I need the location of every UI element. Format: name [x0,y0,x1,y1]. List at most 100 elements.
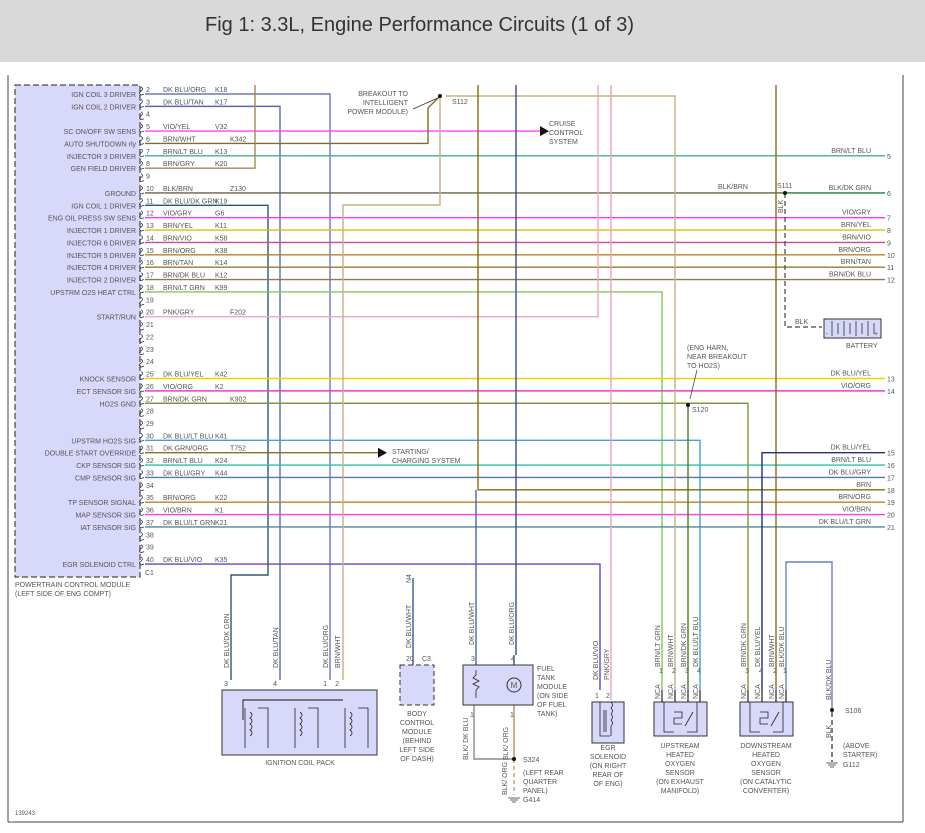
pin-number: 39 [146,545,154,552]
wire-color-label: DK BLU/DK GRN [163,198,217,205]
splice-s324-dot [512,757,516,761]
sensor-wire-label: BLK/DK BLU [779,627,786,667]
coil-wire-label: DK BLU/DK GRN [224,614,231,668]
fuel-pin-number: 3 [471,656,475,663]
cruise-control-label: SYSTEM [549,139,578,146]
pin-number: 24 [146,359,154,366]
coil-wire-label: DK BLU/TAN [273,627,280,668]
s324-note: QUARTER [523,779,557,786]
pin-function-label: IGN COIL 2 DRIVER [71,104,136,111]
right-connector-number: 21 [887,525,895,532]
starter-note: (ABOVE [843,743,870,750]
wire-color-label: BRN/LT BLU [163,458,203,465]
egr-label: EGR [600,745,615,752]
right-wire-label: BLK/DK GRN [829,185,871,192]
wire-color-label: DK GRN/ORG [163,446,208,453]
pin-number: 27 [146,396,154,403]
wire-color-label: BRN/LT BLU [163,149,203,156]
pin-number: 16 [146,260,154,267]
wire-color-label: BRN/DK GRN [163,396,207,403]
fuel-tank-label: TANK [537,675,555,682]
wire-color-label: VIO/YEL [163,124,190,131]
right-wire-label: BRN/TAN [841,259,871,266]
starter-ground-wire-label: BLK [826,724,833,738]
pin-function-label: GEN FIELD DRIVER [71,166,136,173]
pin-function-label: MAP SENSOR SIG [75,513,136,520]
splice-s120-dot [686,403,690,407]
pin-function-label: CKP SENSOR SIG [76,463,136,470]
circuit-number: K21 [215,520,228,527]
fuel-pin-number: 4 [511,656,515,663]
sensor-label: (ON CATALYTIC [740,779,792,786]
pin-function-label: EGR SOLENOID CTRL [62,562,136,569]
pin-function-label: ENG OIL PRESS SW SENS [48,216,136,223]
pin-function-label: INJECTOR 3 DRIVER [67,154,136,161]
sensor-label: HEATED [752,752,780,759]
pin-function-label: IAT SENSOR SIG [80,525,136,532]
bcm-label: OF DASH) [400,756,433,763]
pin-number: 23 [146,347,154,354]
coil-pin-number: 4 [273,681,277,688]
wire-brn-wht-coil [342,96,441,680]
wire-color-label: DK BLU/YEL [163,372,204,379]
bcm-label: BODY [407,711,427,718]
pin-number: 20 [146,310,154,317]
sensor-wire-label: BRN/WHT [668,634,675,667]
right-wire-label: DK BLU/YEL [831,371,872,378]
right-connector-number: 15 [887,451,895,458]
circuit-number: T752 [230,446,246,453]
right-connector-number: 18 [887,488,895,495]
wire-color-label: BRN/YEL [163,223,193,230]
circuit-number: K2 [215,384,224,391]
splice-s112-label: S112 [452,99,468,106]
circuit-number: K342 [230,136,246,143]
fuel-ground-wire-label: BLK/ DK BLU [463,718,470,760]
pin-function-label: ECT SENSOR SIG [77,389,136,396]
body-control-module [399,664,435,706]
sensor-pin-number: 3 [745,668,749,675]
coil-pin-number: 1 [323,681,327,688]
pin-number: 15 [146,248,154,255]
wire-color-label: BRN/WHT [163,136,196,143]
pcm-connector-label: C1 [145,570,154,577]
pin-number: 17 [146,273,154,280]
s120-note: TO HO2S) [687,363,720,370]
battery-pos-label: + [874,331,878,338]
circuit-number: K38 [215,248,228,255]
pin-number: 28 [146,409,154,416]
wire-color-label: BRN/VIO [163,235,192,242]
nca-label: NCA [769,684,776,699]
pin-number: 32 [146,458,154,465]
pin-function-label: START/RUN [97,315,136,322]
pin-number: 37 [146,520,154,527]
pin-function-label: CMP SENSOR SIG [75,475,136,482]
right-connector-number: 17 [887,475,895,482]
coil-pack-label: IGNITION COIL PACK [265,760,335,767]
pin-number: 5 [146,124,150,131]
sensor-wire-label: BRN/DK GRN [681,623,688,667]
coil-pin-number: 3 [224,681,228,688]
wire-brn [477,85,885,491]
wire-color-label: VIO/ORG [163,384,193,391]
pin-number: 31 [146,446,154,453]
circuit-number: K22 [215,495,228,502]
bcm-label: LEFT SIDE [399,747,435,754]
egr-label: (ON RIGHT [590,763,627,770]
pin-function-label: AUTO SHUTDOWN rly [64,141,136,148]
ground-g414-label: G414 [523,797,540,804]
pin-function-label: GROUND [105,191,136,198]
nca-label: NCA [693,684,700,699]
fuel-tank-label: FUEL [537,666,555,673]
right-connector-number: 11 [887,265,894,272]
pin-number: 10 [146,186,154,193]
wire-color-label: DK BLU/GRY [163,470,206,477]
splice-s111-dot [783,191,787,195]
battery-icon [823,318,882,339]
wire-color-label: VIO/BRN [163,508,192,515]
sensor-label: UPSTREAM [661,743,700,750]
wire-pin-18 [145,291,663,690]
pin-number: 40 [146,557,154,564]
starter-note: STARTER) [843,752,877,759]
circuit-number: K35 [215,557,228,564]
right-connector-number: 9 [887,240,891,247]
